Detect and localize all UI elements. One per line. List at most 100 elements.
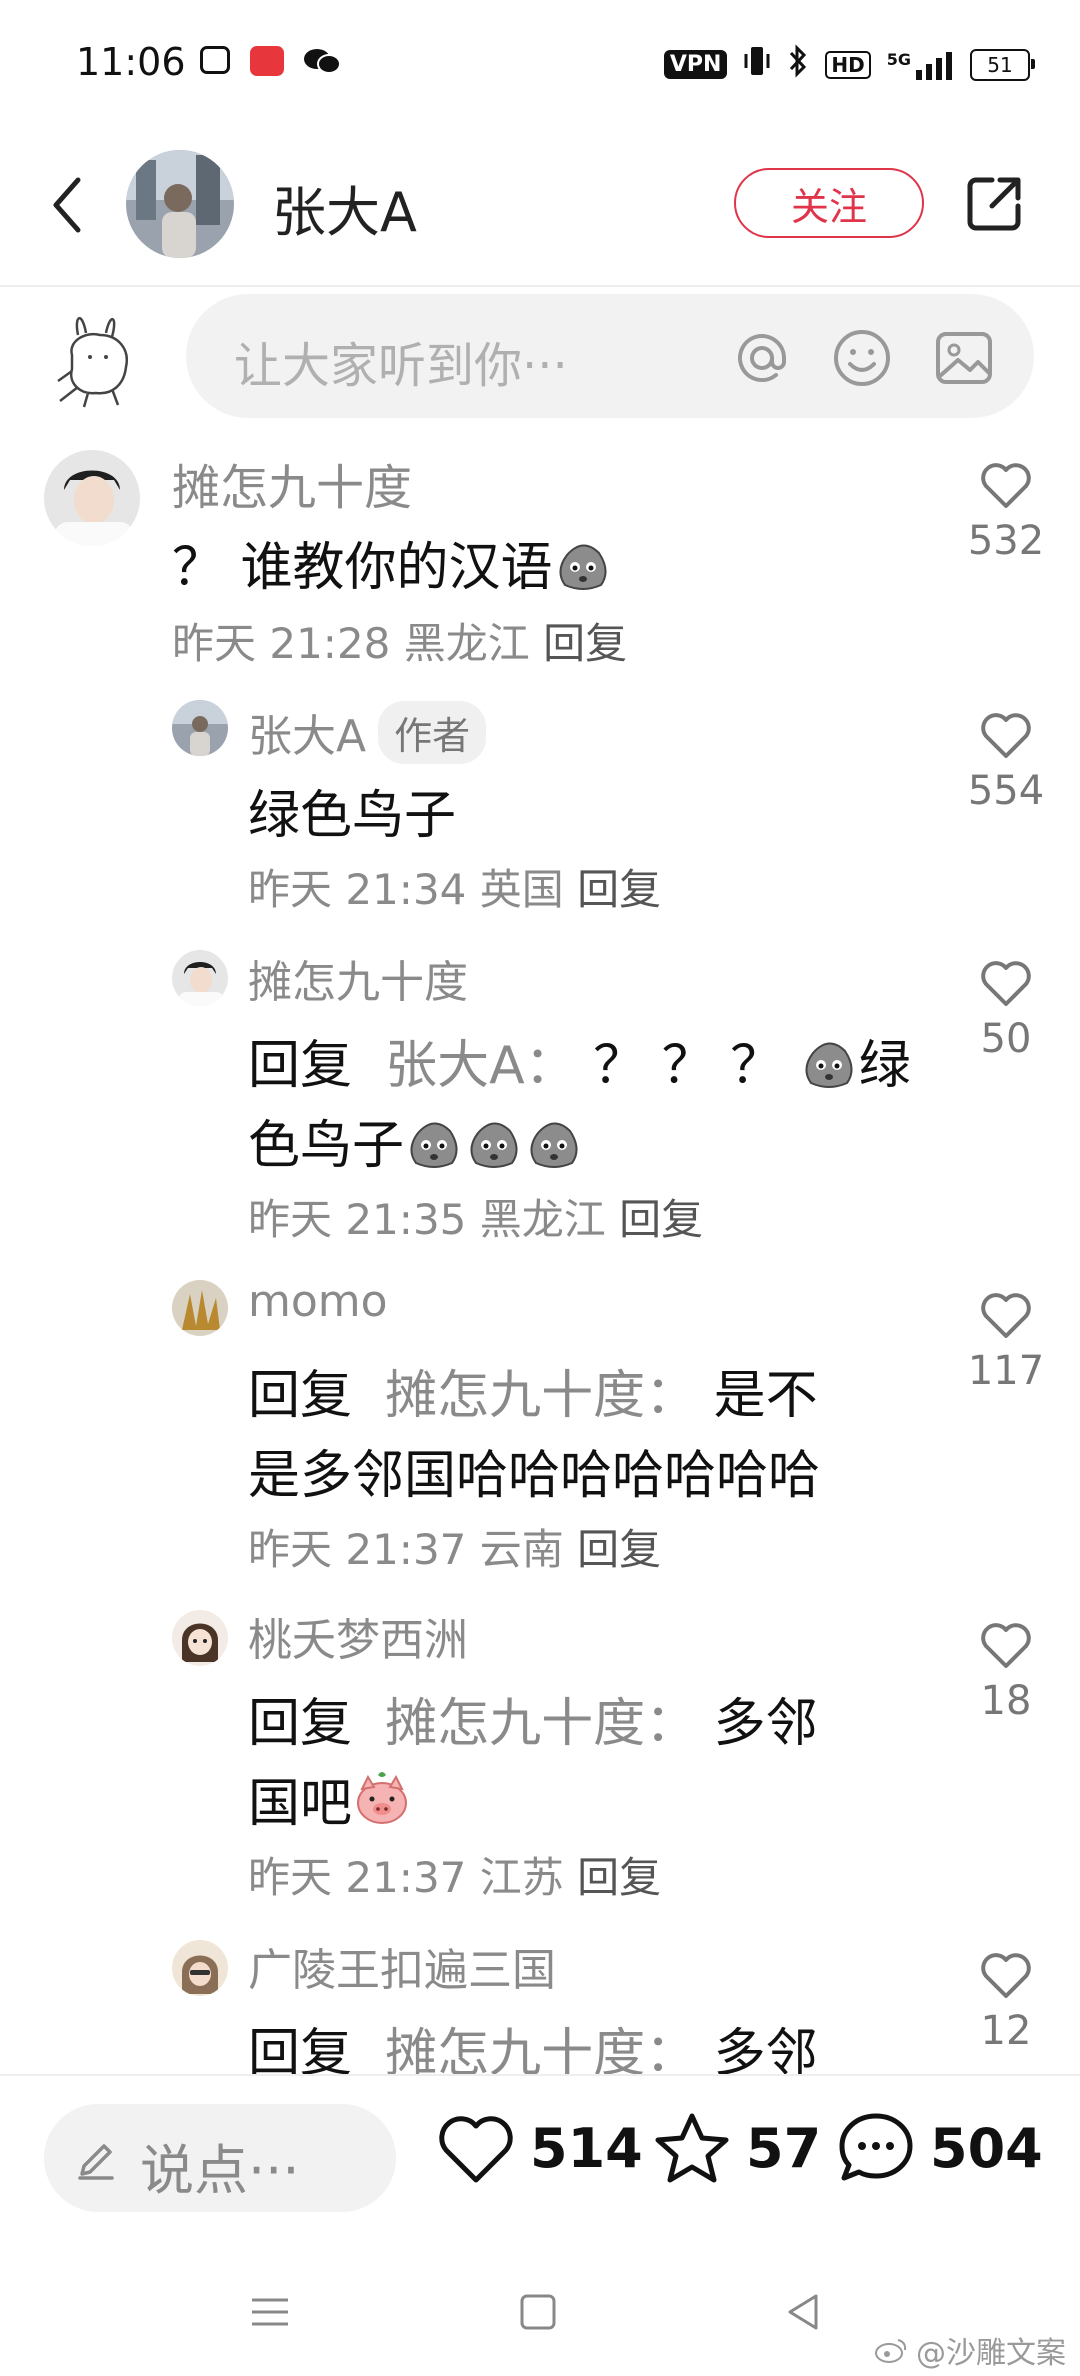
comment-author[interactable]: 摊怎九十度: [172, 448, 412, 518]
reply-meta: 昨天 21:37 江苏 回复: [248, 1853, 662, 1902]
header-divider: [0, 285, 1080, 287]
reply-target[interactable]: 摊怎九十度：: [385, 1366, 697, 1426]
reply-button[interactable]: 回复: [577, 1525, 661, 1574]
menu-icon: [252, 2298, 288, 2326]
my-avatar[interactable]: [48, 305, 148, 415]
weibo-icon: [875, 2339, 907, 2363]
heart-icon: [981, 961, 1031, 1006]
heart-icon: [981, 1293, 1031, 1338]
reply-text-clip: 回复 摊怎九十度： 多邻: [248, 2014, 948, 2074]
red-app-icon: [250, 46, 284, 76]
star-icon: [655, 2113, 729, 2183]
like-count: 554: [967, 768, 1045, 814]
heart-icon: [981, 463, 1031, 508]
rock-emoji-icon: [524, 1111, 584, 1171]
comment-bubble-icon: [839, 2113, 913, 2181]
like-count: 18: [980, 1678, 1032, 1724]
home-nav-button[interactable]: [510, 2286, 566, 2338]
like-button[interactable]: 50: [966, 956, 1046, 1062]
battery-icon: 51: [970, 48, 1035, 81]
like-button[interactable]: 12: [966, 1948, 1046, 2054]
heart-icon: [981, 1953, 1031, 1998]
signal-icon: 5G: [887, 50, 954, 80]
reply-author[interactable]: 摊怎九十度: [248, 946, 468, 1010]
reply-text: 回复 摊怎九十度： 是不 是多邻国哈哈哈哈哈哈哈: [248, 1366, 821, 1506]
reply-button[interactable]: 回复: [619, 1195, 703, 1244]
heart-icon: [981, 713, 1031, 758]
rock-emoji-icon: [464, 1111, 524, 1171]
back-nav-button[interactable]: [776, 2286, 832, 2338]
author-avatar[interactable]: [126, 150, 234, 258]
watermark: @沙雕文案: [874, 2328, 1066, 2372]
like-count: 532: [967, 518, 1045, 564]
comment-count: 504: [930, 2116, 1043, 2180]
reply-meta: 昨天 21:35 黑龙江 回复: [248, 1195, 704, 1244]
heart-icon: [439, 2116, 513, 2183]
triangle-back-icon: [788, 2294, 818, 2330]
tv-app-icon: [200, 46, 230, 74]
reply-button[interactable]: 回复: [543, 619, 627, 668]
rock-emoji-icon: [799, 1031, 859, 1091]
reply-meta: 昨天 21:34 英国 回复: [248, 865, 662, 914]
reply-avatar[interactable]: [172, 950, 228, 1006]
comment-button[interactable]: 504: [836, 2110, 1043, 2186]
reply-author[interactable]: 桃夭梦西洲: [248, 1604, 468, 1668]
hd-badge: HD: [825, 50, 871, 79]
back-button[interactable]: [40, 170, 100, 240]
page-title: 张大A: [272, 181, 417, 244]
emoji-icon[interactable]: [832, 328, 892, 388]
favorite-count: 57: [746, 2116, 822, 2180]
like-button[interactable]: 117: [966, 1288, 1046, 1394]
reply-avatar[interactable]: [172, 1280, 228, 1336]
reply-text: 回复 摊怎九十度： 多邻: [248, 2014, 948, 2074]
at-mention-icon[interactable]: [732, 328, 792, 388]
reply-author[interactable]: momo: [248, 1276, 388, 1327]
square-icon: [520, 2294, 556, 2330]
say-something-input[interactable]: 说点···: [44, 2104, 396, 2212]
pig-emoji-icon: [352, 1769, 412, 1829]
author-tag: 作者: [378, 700, 487, 764]
follow-button[interactable]: 关注: [734, 168, 924, 238]
status-time: 11:06: [76, 40, 186, 84]
like-button[interactable]: 18: [966, 1618, 1046, 1724]
comment-input-placeholder: 让大家听到你···: [234, 338, 568, 394]
like-button[interactable]: 554: [966, 708, 1046, 814]
comment-avatar[interactable]: [44, 450, 140, 546]
chevron-left-icon: [53, 177, 81, 233]
like-count: 12: [980, 2008, 1032, 2054]
reply-avatar[interactable]: [172, 1610, 228, 1666]
bluetooth-icon: [787, 44, 809, 85]
reply-button[interactable]: 回复: [577, 865, 661, 914]
rock-emoji-icon: [404, 1111, 464, 1171]
reply-button[interactable]: 回复: [577, 1853, 661, 1902]
reply-target[interactable]: 摊怎九十度：: [385, 1694, 697, 1754]
reply-target[interactable]: 摊怎九十度：: [385, 2024, 697, 2074]
vibrate-icon: [743, 44, 771, 85]
say-something-placeholder: 说点···: [140, 2139, 300, 2202]
reply-author[interactable]: 张大A 作者: [248, 700, 487, 764]
bottom-divider: [0, 2074, 1080, 2076]
like-post-button[interactable]: 514: [436, 2110, 643, 2186]
favorite-button[interactable]: 57: [652, 2110, 821, 2186]
like-button[interactable]: 532: [966, 458, 1046, 564]
share-button[interactable]: [962, 172, 1026, 236]
reply-avatar[interactable]: [172, 1940, 228, 1996]
reply-text: 回复 张大A： ？ ？ ？ 绿 色鸟子: [248, 1026, 928, 1186]
reply-avatar[interactable]: [172, 700, 228, 756]
reply-target[interactable]: 张大A：: [385, 1036, 577, 1096]
menu-nav-button[interactable]: [242, 2286, 298, 2338]
post-like-count: 514: [530, 2116, 643, 2180]
like-count: 50: [980, 1016, 1032, 1062]
comment-text: ？ 谁教你的汉语: [172, 528, 613, 608]
image-icon[interactable]: [934, 328, 994, 388]
wechat-icon: [302, 46, 342, 76]
reply-author[interactable]: 广陵王扣遍三国: [248, 1934, 556, 1998]
status-indicators: VPN HD 5G 51: [663, 44, 1035, 85]
vpn-badge: VPN: [663, 50, 728, 79]
rock-emoji-icon: [553, 533, 613, 593]
reply-text: 回复 摊怎九十度： 多邻 国吧: [248, 1694, 818, 1834]
pencil-icon: [78, 2144, 114, 2180]
comment-input[interactable]: 让大家听到你···: [186, 294, 1034, 418]
reply-meta: 昨天 21:37 云南 回复: [248, 1525, 662, 1574]
like-count: 117: [967, 1348, 1045, 1394]
